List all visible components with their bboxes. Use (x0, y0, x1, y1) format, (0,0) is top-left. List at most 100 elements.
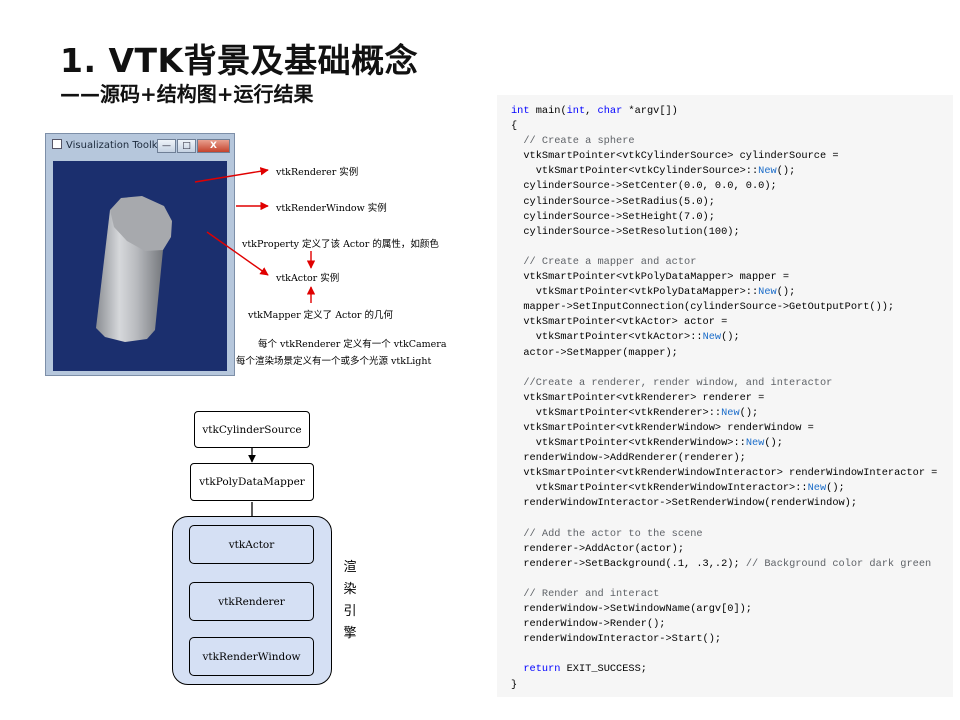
engine-char: 染 (343, 582, 357, 597)
node-polydata-mapper: vtkPolyDataMapper (190, 463, 314, 501)
code-token: main( (529, 105, 567, 117)
code-token: vtkSmartPointer<vtkActor> actor = (511, 316, 728, 329)
code-keyword: int (511, 105, 530, 117)
code-line: vtkSmartPointer<vtkActor> actor = (511, 315, 953, 330)
code-token: { (511, 120, 518, 133)
code-token: vtkSmartPointer<vtkCylinderSource> cylin… (511, 150, 839, 163)
node-render-window: vtkRenderWindow (189, 637, 314, 676)
code-line: vtkSmartPointer<vtkPolyDataMapper> mappe… (511, 270, 953, 285)
code-token: renderWindowInteractor->Start(); (511, 633, 722, 646)
code-token: renderer->SetBackground(.1, .3,.2); (511, 557, 746, 570)
render-engine-label: 渲 染 引 擎 (342, 557, 358, 645)
code-token: renderWindow->SetWindowName(argv[0]); (511, 603, 752, 616)
code-token: New (758, 286, 777, 299)
node-cylinder-source: vtkCylinderSource (194, 411, 310, 448)
code-token: vtkSmartPointer<vtkRenderer> renderer = (511, 391, 765, 404)
code-token: renderWindow->AddRenderer(renderer); (511, 452, 746, 465)
code-comment: //Create a renderer, render window, and … (511, 376, 833, 389)
code-token: New (807, 482, 827, 495)
code-token: renderWindowInteractor->SetRenderWindow(… (511, 497, 858, 510)
code-line: vtkSmartPointer<vtkRenderWindowInteracto… (511, 481, 953, 496)
code-token: , (585, 105, 598, 117)
code-line: vtkSmartPointer<vtkRenderWindowInteracto… (511, 466, 953, 481)
code-token: (); (776, 286, 796, 299)
code-token: (); (739, 406, 759, 419)
engine-char: 渲 (343, 560, 357, 575)
code-token: cylinderSource->SetRadius(5.0); (511, 195, 715, 208)
annotation-actor: vtkActor 实例 (276, 273, 340, 284)
code-token: New (702, 331, 722, 344)
code-keyword: return (523, 663, 561, 676)
render-viewport[interactable] (53, 161, 227, 371)
app-icon (52, 139, 62, 149)
code-line: // Add the actor to the scene (511, 527, 953, 542)
code-token: vtkSmartPointer<vtkRenderWindowInteracto… (511, 482, 808, 495)
code-line: vtkSmartPointer<vtkRenderWindow>::New(); (511, 436, 953, 451)
code-token: vtkSmartPointer<vtkRenderWindow>:: (511, 437, 746, 450)
code-line: // Create a sphere (511, 134, 953, 149)
window-controls: — □ X (156, 139, 230, 154)
source-code-panel: int main(int, char *argv[]) { // Create a… (497, 95, 953, 697)
code-token: renderWindow->Render(); (511, 618, 666, 631)
vtk-window-titlebar: Visualization Toolkit ... — □ X (50, 137, 230, 154)
vtk-window-screenshot: Visualization Toolkit ... — □ X (45, 133, 235, 376)
code-line: // Render and interact (511, 587, 953, 602)
slide-title: 1. VTK背景及基础概念 (60, 41, 419, 80)
code-line: renderWindowInteractor->Start(); (511, 632, 953, 647)
code-token: vtkSmartPointer<vtkRenderWindow> renderW… (511, 421, 814, 434)
node-renderer: vtkRenderer (189, 582, 314, 621)
code-line: cylinderSource->SetResolution(100); (511, 225, 953, 240)
minimize-icon[interactable]: — (157, 139, 176, 153)
annotation-render-window: vtkRenderWindow 实例 (276, 203, 387, 214)
slide-subtitle: ——源码+结构图+运行结果 (60, 82, 314, 106)
code-line: return EXIT_SUCCESS; (511, 662, 953, 677)
code-line: renderer->AddActor(actor); (511, 542, 953, 557)
code-line: renderWindowInteractor->SetRenderWindow(… (511, 496, 953, 511)
close-icon[interactable]: X (197, 139, 230, 153)
code-line: { (511, 119, 953, 134)
code-token: (); (721, 331, 740, 344)
code-line: renderWindow->AddRenderer(renderer); (511, 451, 953, 466)
code-line: renderWindow->Render(); (511, 617, 953, 632)
code-line: vtkSmartPointer<vtkPolyDataMapper>::New(… (511, 285, 953, 300)
code-keyword: int (566, 105, 586, 117)
code-token: } (511, 678, 518, 691)
code-token: vtkSmartPointer<vtkActor>:: (511, 331, 703, 344)
code-comment: // Add the actor to the scene (511, 527, 703, 540)
code-token: vtkSmartPointer<vtkPolyDataMapper> mappe… (511, 271, 790, 284)
code-token: (); (826, 482, 845, 495)
code-line: vtkSmartPointer<vtkRenderer>::New(); (511, 406, 953, 421)
cylinder-render (96, 196, 172, 342)
code-comment: // Create a mapper and actor (511, 255, 697, 268)
code-token: actor->SetMapper(mapper); (511, 346, 678, 359)
code-token: EXIT_SUCCESS; (560, 663, 647, 676)
node-actor: vtkActor (189, 525, 314, 564)
code-token: New (758, 165, 777, 178)
annotation-light: 每个渲染场景定义有一个或多个光源 vtkLight (236, 356, 432, 367)
code-line: vtkSmartPointer<vtkActor>::New(); (511, 330, 953, 345)
code-line: //Create a renderer, render window, and … (511, 376, 953, 391)
code-comment: // Create a sphere (511, 135, 635, 148)
code-comment: // Background color dark green (745, 557, 932, 570)
code-line: // Create a mapper and actor (511, 255, 953, 270)
code-token: vtkSmartPointer<vtkRenderer>:: (511, 406, 722, 419)
code-token: *argv[]) (622, 105, 678, 117)
annotation-camera: 每个 vtkRenderer 定义有一个 vtkCamera (258, 339, 447, 350)
code-token: cylinderSource->SetResolution(100); (511, 225, 740, 238)
code-line: cylinderSource->SetRadius(5.0); (511, 195, 953, 210)
code-token: New (745, 437, 765, 450)
code-line: actor->SetMapper(mapper); (511, 346, 953, 361)
annotation-property: vtkProperty 定义了该 Actor 的属性，如颜色 (242, 239, 439, 250)
maximize-icon[interactable]: □ (177, 139, 196, 153)
annotation-renderer: vtkRenderer 实例 (276, 167, 359, 178)
code-keyword: char (597, 105, 623, 117)
code-token: renderer->AddActor(actor); (511, 542, 685, 555)
code-line: renderWindow->SetWindowName(argv[0]); (511, 602, 953, 617)
engine-char: 擎 (343, 626, 357, 641)
code-line: cylinderSource->SetCenter(0.0, 0.0, 0.0)… (511, 179, 953, 194)
